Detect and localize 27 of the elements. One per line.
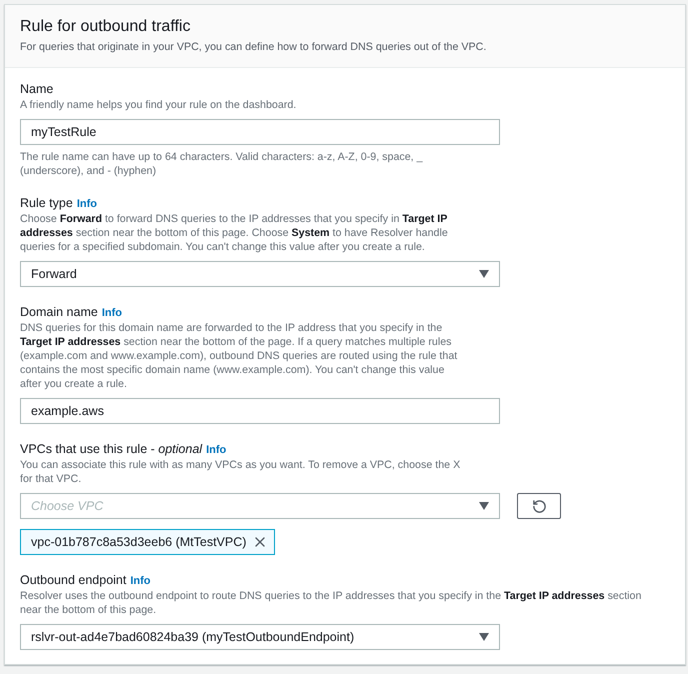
panel-description: For queries that originate in your VPC, you can define how to forward DNS queries out of the VPC.: [20, 41, 488, 53]
field-constraint: The rule name can have up to 64 characters. Valid characters: a-z, A-Z, 0-9, space, _ (underscore), and - (hyphen): [20, 150, 423, 178]
info-link[interactable]: Info: [206, 444, 226, 456]
field-label: Name: [20, 82, 54, 96]
selected-vpc-token: vpc-01b787c8a53d3eeb6 (MtTestVPC): [20, 529, 276, 555]
field-label: Rule type: [20, 196, 73, 210]
field-description: A friendly name helps you find your rule on the dashboard.: [20, 98, 296, 112]
field-label: Outbound endpoint: [20, 573, 126, 587]
caret-icon: [479, 502, 489, 510]
field-label: Domain name: [20, 305, 98, 319]
info-link[interactable]: Info: [102, 307, 122, 319]
refresh-button[interactable]: [517, 493, 561, 519]
field-description: You can associate this rule with as many VPCs as you want. To remove a VPC, choose the X for that VPC.: [20, 458, 460, 486]
caret-icon: [479, 633, 489, 641]
panel-title: Rule for outbound traffic: [20, 18, 192, 36]
caret-icon: [479, 270, 489, 278]
field-description: Choose Forward to forward DNS queries to the IP addresses that you specify in Target IP addresses section near the bottom of this page. Choose System to have Resolver handle queries for a specified subdomain. You can't change this value after you create a rule.: [20, 212, 448, 254]
select-dropdown[interactable]: rslvr-out-ad4e7bad60824ba39 (myTestOutboundEndpoint): [20, 624, 500, 650]
field-label: VPCs that use this rule - optional: [20, 442, 202, 456]
field-description: DNS queries for this domain name are forwarded to the IP address that you specify in the Target IP addresses section near the bottom of the page. If a query matches multiple rules (example.com and www.example.com), outbound DNS queries are routed using the rule that contains the most specific domain name (www.example.com). You can't change this value after you create a rule.: [20, 321, 458, 391]
info-link[interactable]: Info: [76, 198, 97, 210]
refresh-icon: [532, 498, 546, 514]
field-description: Resolver uses the outbound endpoint to route DNS queries to the IP addresses that you specify in the Target IP addresses section near the bottom of this page.: [20, 589, 642, 617]
info-link[interactable]: Info: [130, 575, 151, 587]
text-field[interactable]: myTestRule: [20, 119, 500, 145]
select-dropdown[interactable]: Forward: [20, 261, 500, 287]
text-field[interactable]: example.aws: [20, 398, 500, 424]
